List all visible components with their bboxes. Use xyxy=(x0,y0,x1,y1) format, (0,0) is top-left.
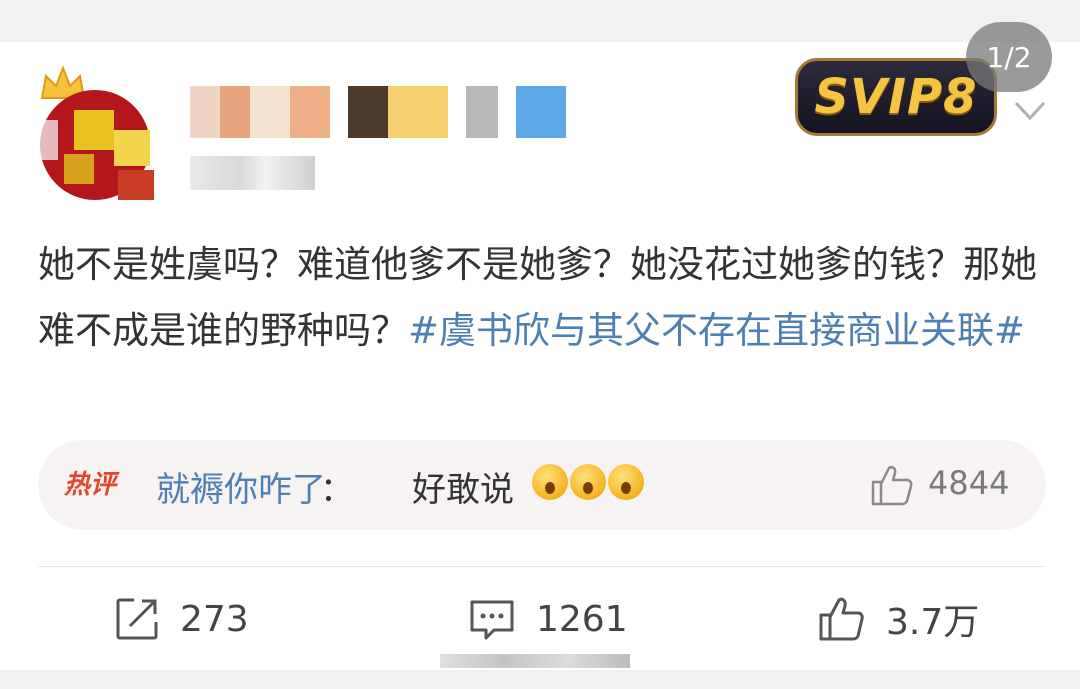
thumbs-up-icon[interactable] xyxy=(870,464,914,506)
svip-badge: SVIP8 xyxy=(795,58,997,136)
thumbs-up-icon xyxy=(819,597,864,641)
like-count: 3.7万 xyxy=(886,602,980,643)
comment-count: 1261 xyxy=(536,598,628,640)
username-blurred[interactable] xyxy=(190,86,570,138)
repost-count: 273 xyxy=(180,598,249,640)
chevron-down-icon[interactable] xyxy=(1014,100,1046,122)
hot-comment-badge: 热评 xyxy=(64,470,117,500)
post-body: 她不是姓虞吗？难道他爹不是她爹？她没花过她爹的钱？那她难不成是谁的野种吗？#虞书… xyxy=(38,232,1048,364)
hashtag-link[interactable]: #虞书欣与其父不存在直接商业关联# xyxy=(408,309,1025,352)
repost-icon xyxy=(116,598,158,640)
comment-icon xyxy=(470,600,514,640)
post-meta-blurred xyxy=(190,156,315,190)
emoji-row xyxy=(532,464,644,500)
hot-comment[interactable]: 热评 就褥你咋了 ： 好敢说 4844 xyxy=(38,440,1046,530)
repost-button[interactable]: 273 xyxy=(114,596,249,642)
page-indicator: 1/2 xyxy=(966,22,1052,92)
hot-comment-user[interactable]: 就褥你咋了 xyxy=(156,462,326,511)
comment-button[interactable]: 1261 xyxy=(468,596,628,642)
face-with-hand-over-mouth-emoji xyxy=(608,464,644,500)
divider xyxy=(38,566,1046,567)
hot-comment-like-count: 4844 xyxy=(928,464,1010,502)
avatar[interactable] xyxy=(34,65,156,200)
blurred-footer-text xyxy=(440,654,630,668)
face-with-hand-over-mouth-emoji xyxy=(570,464,606,500)
hot-comment-text: 好敢说 xyxy=(412,470,514,510)
like-button[interactable]: 3.7万 xyxy=(818,596,980,643)
hot-comment-separator: ： xyxy=(320,470,354,510)
face-with-hand-over-mouth-emoji xyxy=(532,464,568,500)
